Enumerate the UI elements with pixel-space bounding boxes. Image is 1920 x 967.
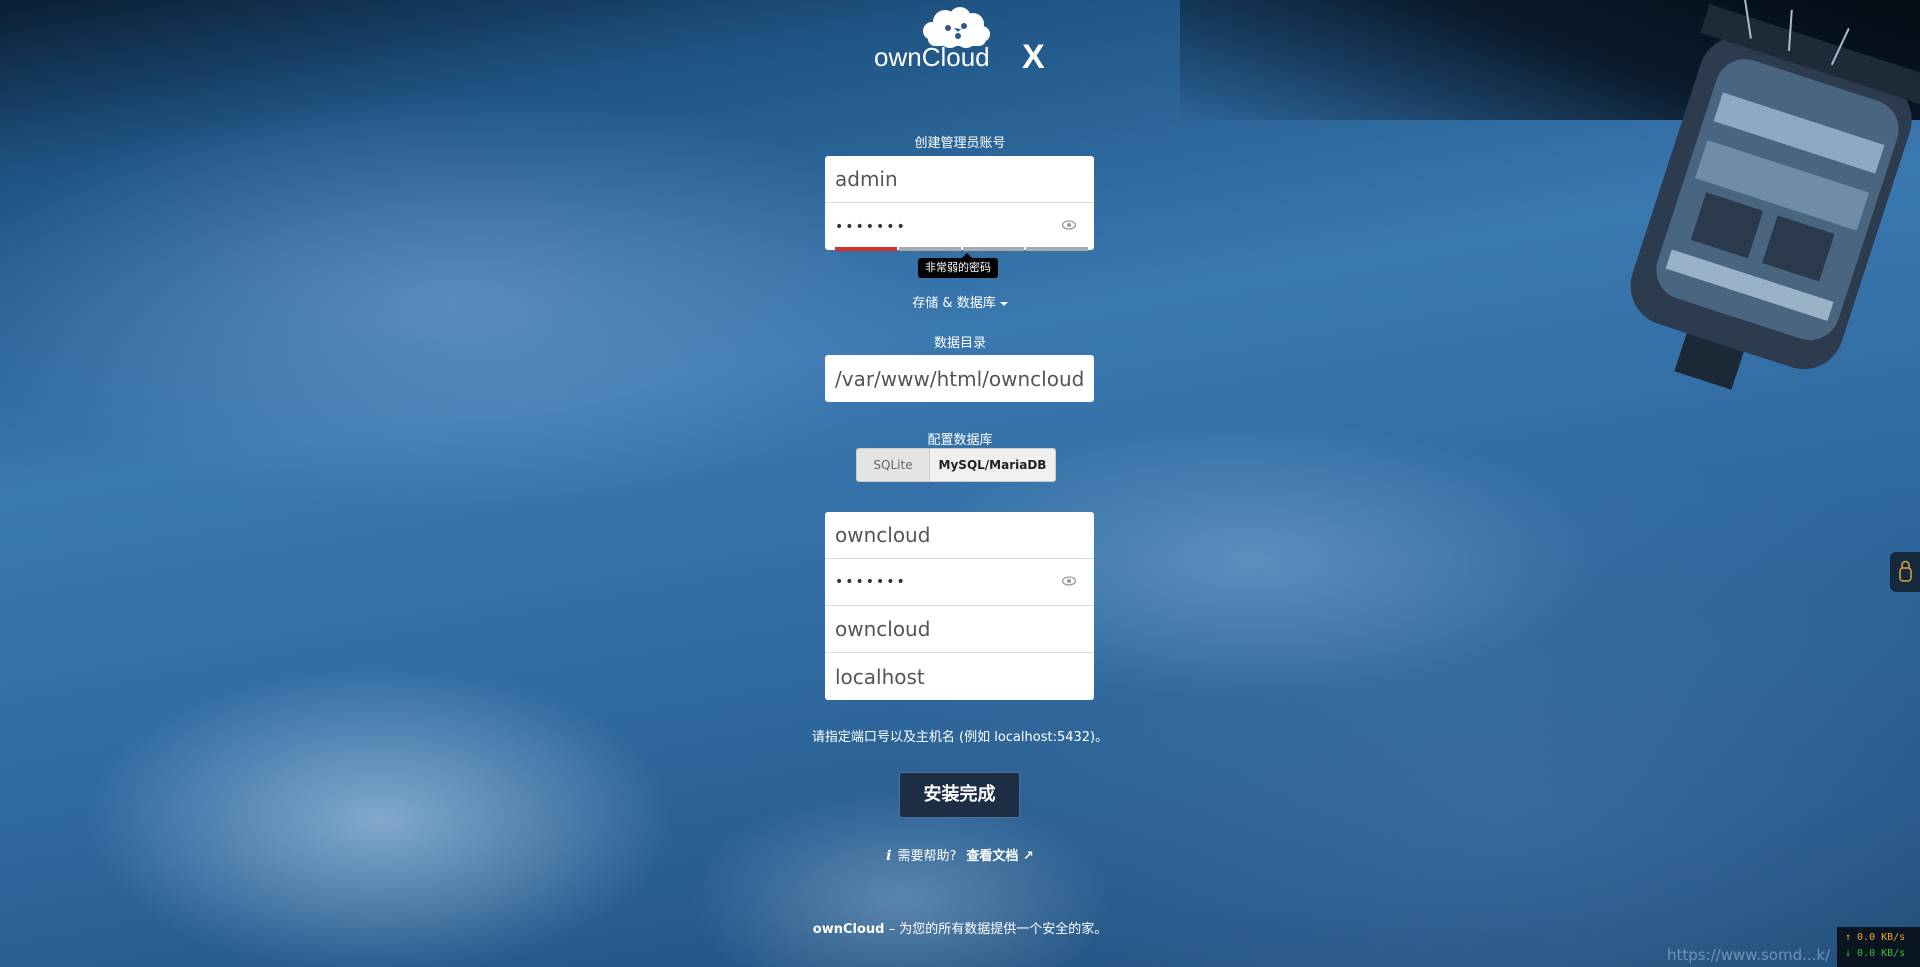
db-user-input[interactable] bbox=[825, 512, 1094, 558]
storage-database-label: 存储 & 数据库 bbox=[912, 296, 996, 311]
upload-speed: ↑ 0.0 KB/s bbox=[1845, 932, 1906, 943]
watermark-url: https://www.somd...k/ bbox=[1667, 946, 1831, 964]
data-dir-input[interactable] bbox=[825, 355, 1094, 402]
info-icon: i bbox=[886, 848, 892, 864]
db-name-field bbox=[825, 606, 1094, 653]
help-text: 需要帮助? bbox=[897, 849, 957, 864]
password-strength-tooltip: 非常弱的密码 bbox=[918, 253, 998, 278]
admin-username-field bbox=[825, 156, 1094, 203]
strength-segment bbox=[962, 247, 1025, 251]
space-backdrop bbox=[1180, 0, 1920, 120]
svg-text:X: X bbox=[1022, 38, 1045, 76]
database-credentials-group bbox=[825, 512, 1094, 700]
caret-down-icon bbox=[999, 301, 1008, 306]
db-password-input[interactable] bbox=[825, 559, 1094, 605]
db-option-sqlite[interactable]: SQLite bbox=[857, 449, 929, 481]
download-speed: ↓ 0.0 KB/s bbox=[1845, 948, 1906, 959]
database-label: 配置数据库 bbox=[927, 433, 993, 448]
show-password-eye-icon[interactable] bbox=[1062, 218, 1076, 232]
strength-segment bbox=[835, 247, 897, 251]
network-speed-widget: ↑ 0.0 KB/s ↓ 0.0 KB/s bbox=[1837, 927, 1920, 967]
owncloud-logo: ownCloud X bbox=[870, 6, 1050, 76]
admin-password-field bbox=[825, 203, 1094, 250]
data-dir-group bbox=[825, 355, 1094, 402]
db-password-field bbox=[825, 559, 1094, 606]
db-option-mysql[interactable]: MySQL/MariaDB bbox=[929, 449, 1055, 481]
svg-text:ownCloud: ownCloud bbox=[874, 42, 990, 72]
strength-segment bbox=[898, 247, 961, 251]
db-host-field bbox=[825, 653, 1094, 700]
documentation-link[interactable]: 查看文档 ↗ bbox=[966, 849, 1033, 864]
admin-password-input[interactable] bbox=[825, 203, 1094, 250]
help-line: i 需要帮助? 查看文档 ↗ bbox=[0, 845, 1920, 864]
database-type-switch: SQLite MySQL/MariaDB bbox=[856, 448, 1056, 482]
admin-credentials-group bbox=[825, 156, 1094, 250]
footer-brand: ownCloud bbox=[812, 922, 885, 937]
finish-setup-button[interactable]: 安装完成 bbox=[899, 772, 1020, 818]
strength-segment bbox=[1026, 247, 1088, 251]
lock-icon bbox=[1899, 560, 1912, 582]
satellite-image bbox=[1530, 0, 1920, 460]
data-dir-label: 数据目录 bbox=[933, 336, 986, 351]
data-dir-field bbox=[825, 355, 1094, 402]
db-host-hint: 请指定端口号以及主机名 (例如 localhost:5432)。 bbox=[811, 730, 1109, 745]
password-strength-bar bbox=[835, 247, 1088, 251]
storage-database-toggle[interactable]: 存储 & 数据库 bbox=[0, 292, 1920, 311]
footer-text: – 为您的所有数据提供一个安全的家。 bbox=[884, 922, 1108, 937]
admin-username-input[interactable] bbox=[825, 156, 1094, 202]
db-user-field bbox=[825, 512, 1094, 559]
show-db-password-eye-icon[interactable] bbox=[1062, 574, 1076, 588]
side-widget-button[interactable] bbox=[1890, 552, 1920, 592]
db-host-input[interactable] bbox=[825, 653, 1094, 700]
db-name-input[interactable] bbox=[825, 606, 1094, 652]
footer: ownCloud – 为您的所有数据提供一个安全的家。 bbox=[0, 918, 1920, 937]
admin-section-label: 创建管理员账号 bbox=[914, 136, 1006, 151]
